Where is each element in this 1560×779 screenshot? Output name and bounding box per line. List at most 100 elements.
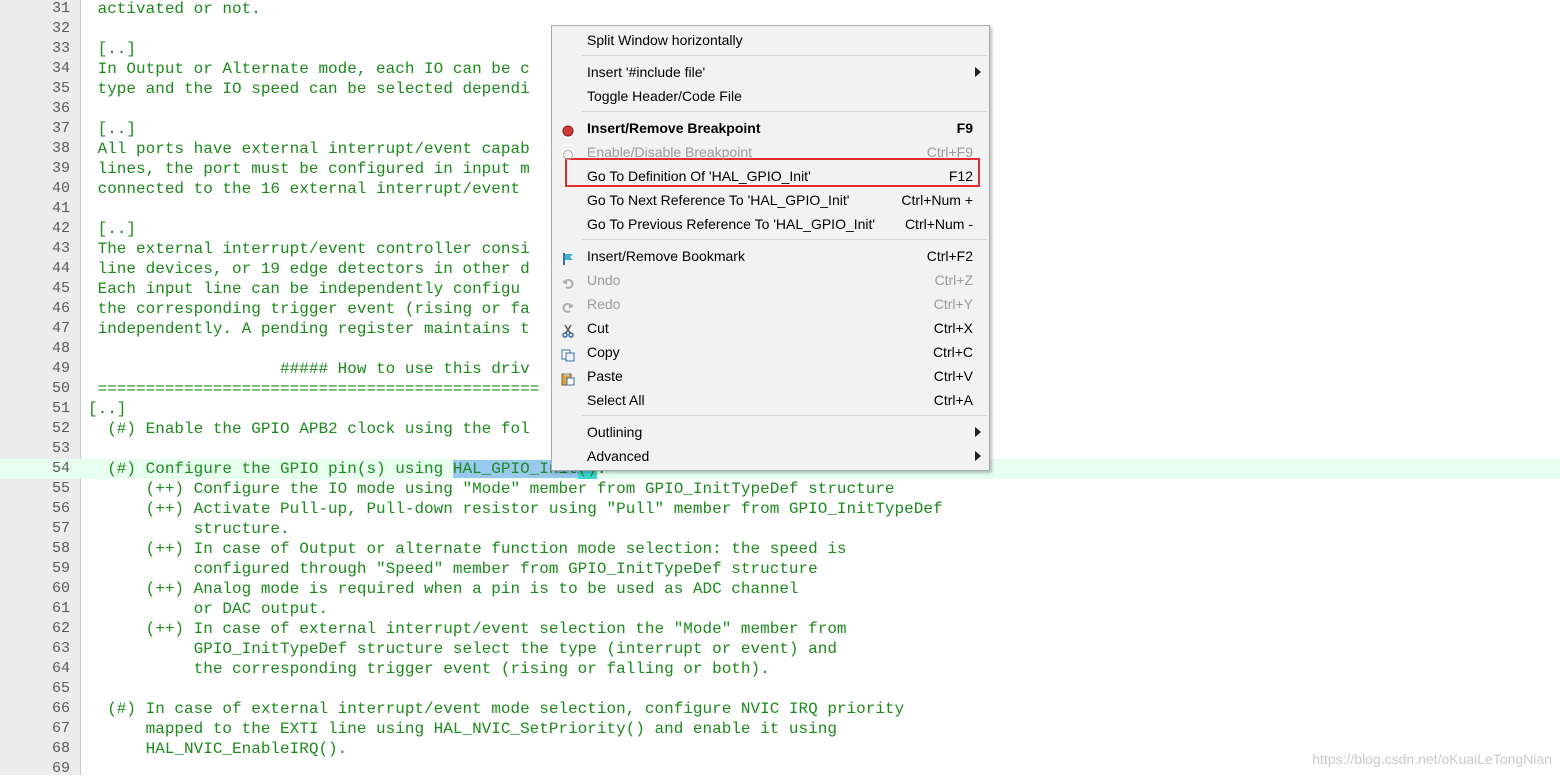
line-number: 31 <box>51 0 70 17</box>
menu-item-shortcut: Ctrl+Y <box>933 296 973 312</box>
code-line[interactable]: 57 structure. <box>0 519 1560 539</box>
code-text[interactable]: structure. <box>88 519 290 539</box>
code-text[interactable]: [..] <box>88 39 136 59</box>
code-text[interactable]: (++) Analog mode is required when a pin … <box>88 579 799 599</box>
code-line[interactable]: 59 configured through "Speed" member fro… <box>0 559 1560 579</box>
menu-item-next-reference[interactable]: Go To Next Reference To 'HAL_GPIO_Init' C… <box>552 188 989 212</box>
code-text[interactable]: (#) In case of external interrupt/event … <box>88 699 904 719</box>
code-text[interactable]: HAL_NVIC_EnableIRQ(). <box>88 739 348 759</box>
line-number: 49 <box>51 360 70 377</box>
code-text[interactable]: or DAC output. <box>88 599 328 619</box>
code-text[interactable]: (#) Configure the GPIO pin(s) using HAL_… <box>88 459 607 479</box>
menu-item-outlining[interactable]: Outlining <box>552 420 989 444</box>
line-number: 42 <box>51 220 70 237</box>
code-line[interactable]: 58 (++) In case of Output or alternate f… <box>0 539 1560 559</box>
menu-item-prev-reference[interactable]: Go To Previous Reference To 'HAL_GPIO_In… <box>552 212 989 236</box>
menu-item-split-window[interactable]: Split Window horizontally <box>552 28 989 52</box>
code-text[interactable]: (++) Activate Pull-up, Pull-down resisto… <box>88 499 943 519</box>
code-text[interactable]: configured through "Speed" member from G… <box>88 559 818 579</box>
code-text[interactable]: ========================================… <box>88 379 540 399</box>
code-text[interactable]: the corresponding trigger event (rising … <box>88 299 530 319</box>
menu-item-enable-breakpoint[interactable]: Enable/Disable Breakpoint Ctrl+F9 <box>552 140 989 164</box>
menu-item-insert-include[interactable]: Insert '#include file' <box>552 60 989 84</box>
submenu-arrow-icon <box>975 427 981 437</box>
code-text[interactable]: [..] <box>88 399 126 419</box>
code-text[interactable]: the corresponding trigger event (rising … <box>88 659 770 679</box>
bookmark-icon <box>561 249 575 265</box>
menu-item-label: Undo <box>587 272 621 288</box>
menu-item-go-to-definition[interactable]: Go To Definition Of 'HAL_GPIO_Init' F12 <box>552 164 989 188</box>
menu-item-insert-bookmark[interactable]: Insert/Remove Bookmark Ctrl+F2 <box>552 244 989 268</box>
menu-item-label: Paste <box>587 368 623 384</box>
menu-item-insert-breakpoint[interactable]: Insert/Remove Breakpoint F9 <box>552 116 989 140</box>
menu-item-shortcut: Ctrl+F2 <box>926 248 973 264</box>
code-line[interactable]: 63 GPIO_InitTypeDef structure select the… <box>0 639 1560 659</box>
line-number: 69 <box>51 760 70 777</box>
scissors-icon <box>561 321 575 338</box>
menu-item-label: Redo <box>587 296 621 312</box>
code-line[interactable]: 31 activated or not. <box>0 0 1560 19</box>
menu-item-copy[interactable]: Copy Ctrl+C <box>552 340 989 364</box>
code-text[interactable]: (++) In case of Output or alternate func… <box>88 539 847 559</box>
code-text[interactable]: activated or not. <box>88 0 261 19</box>
menu-item-shortcut: Ctrl+F9 <box>926 144 973 160</box>
code-line[interactable]: 62 (++) In case of external interrupt/ev… <box>0 619 1560 639</box>
menu-item-paste[interactable]: Paste Ctrl+V <box>552 364 989 388</box>
breakpoint-icon <box>561 121 575 137</box>
menu-item-advanced[interactable]: Advanced <box>552 444 989 468</box>
menu-separator <box>582 239 987 240</box>
code-text[interactable]: (++) Configure the IO mode using "Mode" … <box>88 479 895 499</box>
line-number: 36 <box>51 100 70 117</box>
code-text[interactable]: [..] <box>88 119 136 139</box>
line-number: 43 <box>51 240 70 257</box>
code-text[interactable]: (++) In case of external interrupt/event… <box>88 619 847 639</box>
code-text[interactable]: GPIO_InitTypeDef structure select the ty… <box>88 639 837 659</box>
code-line[interactable]: 65 <box>0 679 1560 699</box>
menu-item-label: Go To Previous Reference To 'HAL_GPIO_In… <box>587 216 876 232</box>
line-number: 68 <box>51 740 70 757</box>
code-text[interactable]: connected to the 16 external interrupt/e… <box>88 179 520 199</box>
code-text[interactable]: independently. A pending register mainta… <box>88 319 530 339</box>
code-line[interactable]: 67 mapped to the EXTI line using HAL_NVI… <box>0 719 1560 739</box>
line-number: 44 <box>51 260 70 277</box>
code-text[interactable]: All ports have external interrupt/event … <box>88 139 530 159</box>
line-number: 66 <box>51 700 70 717</box>
menu-item-select-all[interactable]: Select All Ctrl+A <box>552 388 989 412</box>
line-number: 32 <box>51 20 70 37</box>
code-text[interactable]: lines, the port must be configured in in… <box>88 159 530 179</box>
code-line[interactable]: 61 or DAC output. <box>0 599 1560 619</box>
menu-item-label: Insert/Remove Bookmark <box>587 248 745 264</box>
menu-item-toggle-header[interactable]: Toggle Header/Code File <box>552 84 989 108</box>
menu-item-shortcut: Ctrl+A <box>933 392 973 408</box>
menu-item-undo[interactable]: Undo Ctrl+Z <box>552 268 989 292</box>
code-text[interactable]: [..] <box>88 219 136 239</box>
code-line[interactable]: 60 (++) Analog mode is required when a p… <box>0 579 1560 599</box>
breakpoint-outline-icon <box>561 145 575 160</box>
code-text[interactable]: type and the IO speed can be selected de… <box>88 79 530 99</box>
code-text[interactable]: ##### How to use this driv <box>88 359 530 379</box>
undo-icon <box>561 273 575 289</box>
context-menu[interactable]: Split Window horizontally Insert '#includ… <box>551 25 990 471</box>
line-number: 41 <box>51 200 70 217</box>
line-number: 65 <box>51 680 70 697</box>
line-number: 33 <box>51 40 70 57</box>
code-text[interactable]: In Output or Alternate mode, each IO can… <box>88 59 530 79</box>
paste-icon <box>561 369 575 386</box>
menu-item-cut[interactable]: Cut Ctrl+X <box>552 316 989 340</box>
code-line[interactable]: 55 (++) Configure the IO mode using "Mod… <box>0 479 1560 499</box>
line-number: 35 <box>51 80 70 97</box>
menu-item-shortcut: Ctrl+X <box>933 320 973 336</box>
menu-item-shortcut: F12 <box>948 168 973 184</box>
code-line[interactable]: 66 (#) In case of external interrupt/eve… <box>0 699 1560 719</box>
line-number: 50 <box>51 380 70 397</box>
code-text[interactable]: mapped to the EXTI line using HAL_NVIC_S… <box>88 719 837 739</box>
menu-item-label: Advanced <box>587 448 650 464</box>
code-line[interactable]: 64 the corresponding trigger event (risi… <box>0 659 1560 679</box>
menu-item-label: Enable/Disable Breakpoint <box>587 144 752 160</box>
menu-item-redo[interactable]: Redo Ctrl+Y <box>552 292 989 316</box>
menu-item-label: Insert '#include file' <box>587 64 706 80</box>
code-line[interactable]: 56 (++) Activate Pull-up, Pull-down resi… <box>0 499 1560 519</box>
line-number: 45 <box>51 280 70 297</box>
line-number: 67 <box>51 720 70 737</box>
line-number: 61 <box>51 600 70 617</box>
